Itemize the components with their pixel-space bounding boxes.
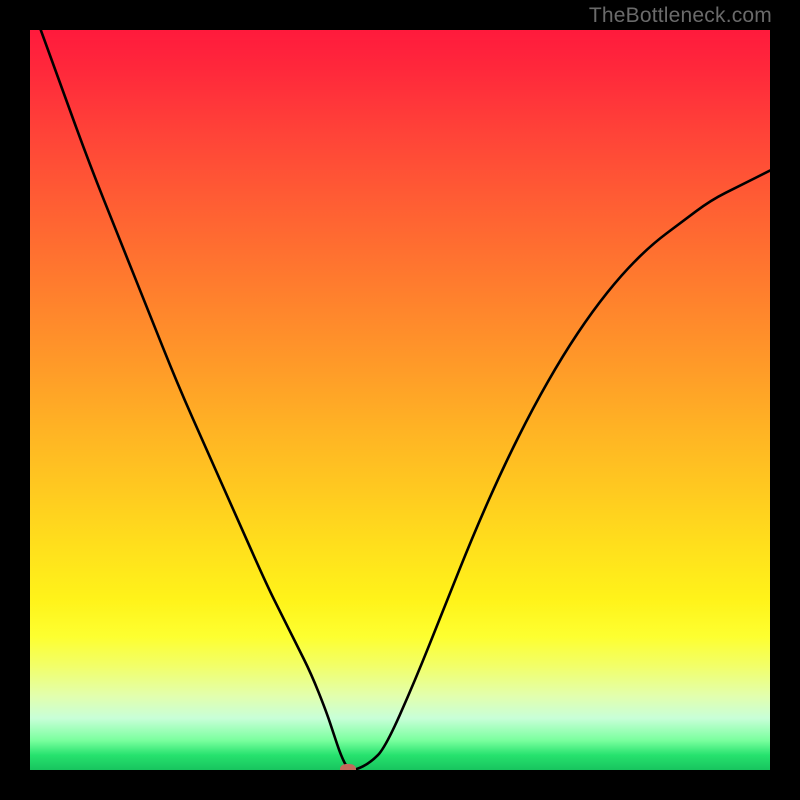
- chart-frame: TheBottleneck.com: [0, 0, 800, 800]
- watermark-text: TheBottleneck.com: [589, 4, 772, 28]
- optimum-marker: [340, 764, 356, 770]
- bottleneck-curve: [30, 30, 770, 770]
- plot-area: [30, 30, 770, 770]
